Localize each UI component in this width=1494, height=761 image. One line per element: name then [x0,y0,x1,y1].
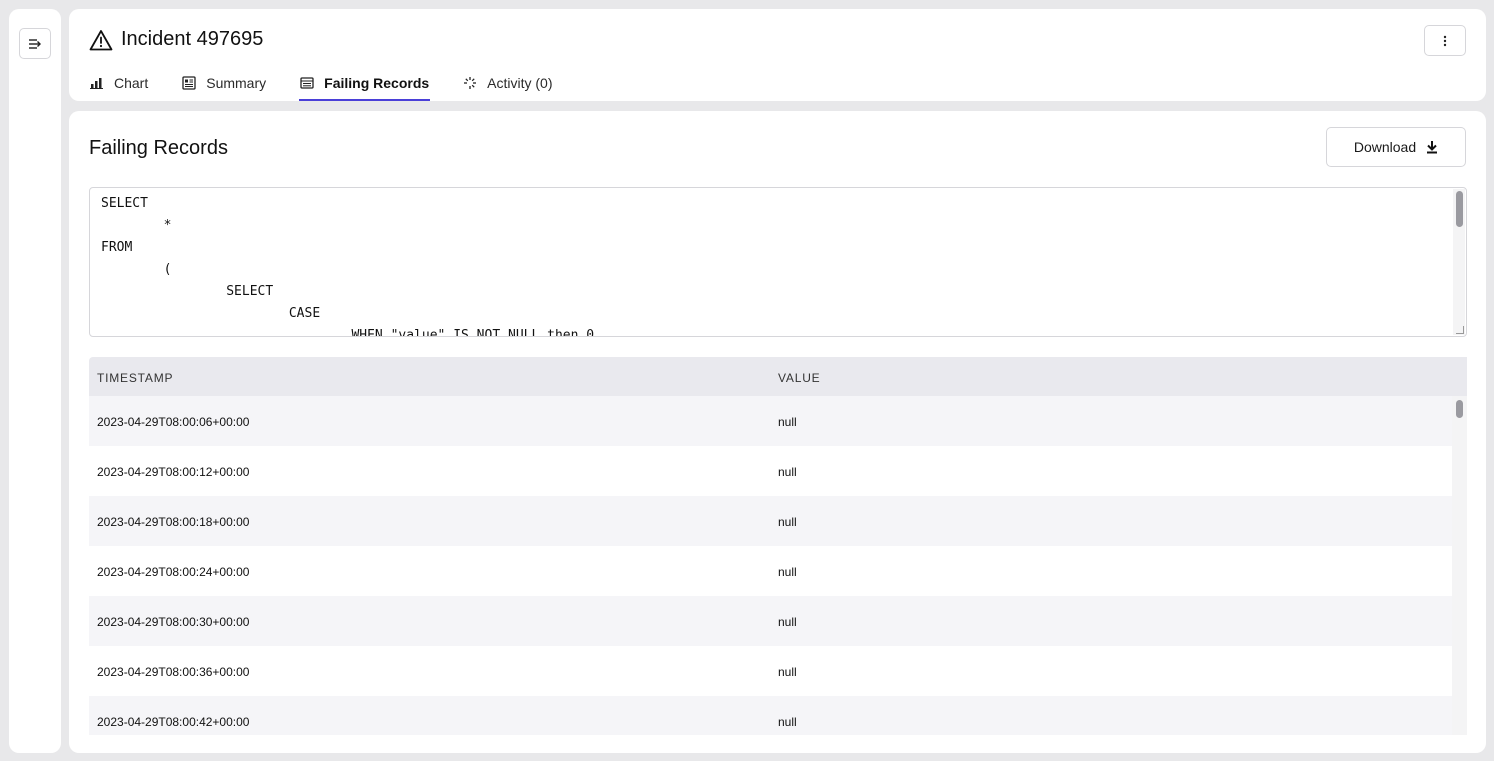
table-row[interactable]: 2023-04-29T08:00:18+00:00 null [89,496,1452,546]
table-row[interactable]: 2023-04-29T08:00:42+00:00 null [89,696,1452,735]
value-cell: null [778,515,797,529]
section-title: Failing Records [89,137,228,159]
value-cell: null [778,565,797,579]
value-cell: null [778,615,797,629]
tab-failing-records[interactable]: Failing Records [299,65,431,101]
page-title: Incident 497695 [121,28,264,50]
table-row[interactable]: 2023-04-29T08:00:24+00:00 null [89,546,1452,596]
sidebar [9,9,61,753]
resize-handle-icon[interactable] [1456,326,1464,334]
timestamp-cell: 2023-04-29T08:00:12+00:00 [97,465,250,479]
value-cell: null [778,465,797,479]
tab-chart[interactable]: Chart [89,65,149,101]
timestamp-cell: 2023-04-29T08:00:18+00:00 [97,515,250,529]
incident-header: Incident 497695 Chart Summary Failing Re… [69,9,1486,101]
tab-summary[interactable]: Summary [181,65,267,101]
title-row: Incident 497695 [89,28,263,51]
download-button-label: Download [1353,139,1417,155]
bar-chart-icon [90,78,103,89]
value-cell: null [778,665,797,679]
table-row[interactable]: 2023-04-29T08:00:06+00:00 null [89,396,1452,446]
download-button[interactable]: Download [1326,127,1466,167]
table-header: TIMESTAMP VALUE [89,357,1452,396]
table-scrollbar[interactable] [1452,396,1467,735]
sql-scrollbar[interactable] [1453,189,1465,335]
activity-icon [464,77,477,89]
vertical-dots-icon [1443,35,1447,46]
sql-query-text: SELECT * FROM ( SELECT CASE WHEN "value"… [101,196,595,337]
header-scroll-gap [1452,357,1467,396]
table-scrollbar-thumb[interactable] [1456,400,1463,418]
tab-summary-label: Summary [206,75,267,91]
table-row[interactable]: 2023-04-29T08:00:12+00:00 null [89,446,1452,496]
column-header-timestamp[interactable]: TIMESTAMP [97,371,173,385]
column-header-value[interactable]: VALUE [778,371,820,385]
warning-icon [89,29,113,50]
failing-records-panel: Failing Records Download SELECT * FROM (… [69,111,1486,753]
table-body: 2023-04-29T08:00:06+00:00 null 2023-04-2… [89,396,1452,735]
value-cell: null [778,715,797,729]
summary-doc-icon [182,76,196,90]
failing-records-table: TIMESTAMP VALUE 2023-04-29T08:00:06+00:0… [89,357,1467,735]
sql-query-textarea[interactable]: SELECT * FROM ( SELECT CASE WHEN "value"… [89,187,1467,337]
timestamp-cell: 2023-04-29T08:00:24+00:00 [97,565,250,579]
tab-activity-label: Activity (0) [487,75,553,91]
expand-sidebar-icon [29,38,41,49]
more-options-button[interactable] [1424,25,1466,56]
table-row[interactable]: 2023-04-29T08:00:30+00:00 null [89,596,1452,646]
tab-bar: Chart Summary Failing Records Activity (… [89,65,586,101]
tab-activity[interactable]: Activity (0) [462,65,553,101]
value-cell: null [778,415,797,429]
sidebar-toggle-button[interactable] [19,28,51,59]
timestamp-cell: 2023-04-29T08:00:30+00:00 [97,615,250,629]
table-icon [300,77,314,89]
tab-chart-label: Chart [114,75,149,91]
timestamp-cell: 2023-04-29T08:00:42+00:00 [97,715,250,729]
timestamp-cell: 2023-04-29T08:00:36+00:00 [97,665,250,679]
timestamp-cell: 2023-04-29T08:00:06+00:00 [97,415,250,429]
table-row[interactable]: 2023-04-29T08:00:36+00:00 null [89,646,1452,696]
download-icon [1427,141,1438,154]
sql-scrollbar-thumb[interactable] [1456,191,1463,227]
tab-failing-records-label: Failing Records [324,75,430,91]
